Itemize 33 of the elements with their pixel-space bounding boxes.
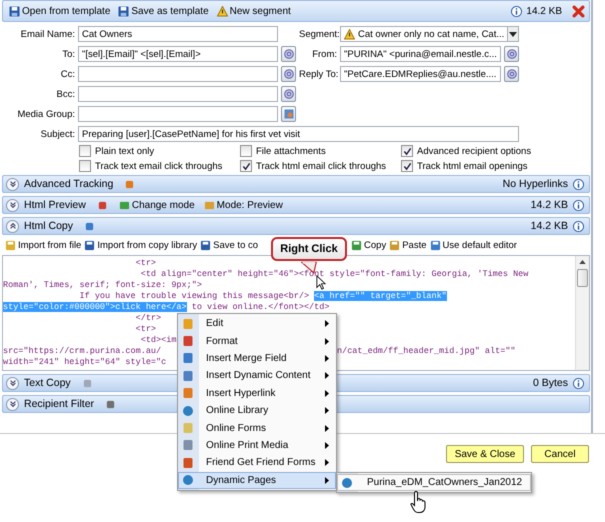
code-text: src="https://crm.purina.com.au/	[3, 346, 162, 356]
selected-code: style="color:#000000">click here</a>	[3, 302, 187, 312]
code-text: If you have trouble viewing this message<br/>	[78, 291, 310, 301]
field-label: Media Group:	[16, 108, 75, 120]
section-title: Advanced Tracking	[24, 178, 114, 190]
field-label: Bcc:	[56, 88, 75, 100]
section-status: 14.2 KB	[530, 220, 568, 232]
code-text: Roman', Times, serif; font-size: 9px;">	[3, 280, 202, 290]
code-text: n/cat_edm/ff_header_mid.jpg" alt=""	[337, 346, 516, 357]
section-status: 14.2 KB	[530, 199, 568, 211]
field-label: From:	[311, 48, 337, 60]
field-label: Segment:	[299, 28, 337, 40]
field-label: Cc:	[60, 68, 75, 80]
section-title: Html Copy	[24, 220, 74, 232]
code-text: to view online.</font></td>	[190, 302, 330, 312]
code-text: <td align="center" height="46"><font style="font-family: Georgia, 'Times New	[140, 269, 528, 279]
code-text: <tr>	[134, 324, 156, 334]
section-title: Text Copy	[24, 377, 71, 389]
selected-code: <a href="" target="_blank"	[314, 291, 447, 301]
section-title: Html Preview	[24, 199, 86, 211]
file-size: 14.2 KB	[526, 6, 562, 16]
field-label: To:	[61, 48, 75, 60]
code-text: </tr>	[134, 313, 162, 323]
field-label: Subject:	[40, 128, 75, 140]
code-text: width="241" height="64" style="c	[3, 357, 166, 367]
code-text: <td><im	[140, 335, 176, 345]
field-label: Email Name:	[20, 28, 75, 40]
section-status: 0 Bytes	[532, 377, 568, 389]
section-status: No Hyperlinks	[502, 178, 568, 190]
field-label: Reply To:	[299, 68, 337, 80]
section-title: Recipient Filter	[24, 398, 94, 410]
code-text: <tr>	[134, 258, 156, 268]
callout-text: Right Click	[280, 243, 338, 255]
